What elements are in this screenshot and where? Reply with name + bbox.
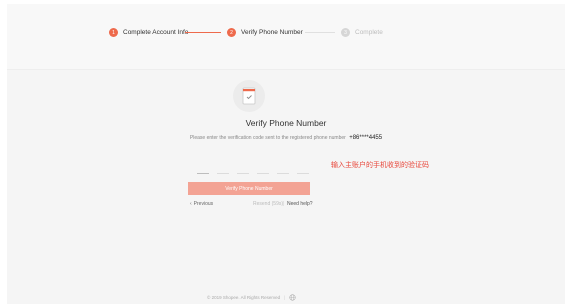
code-digit-field[interactable] [217,172,229,174]
footer-separator: | [284,295,286,300]
copyright-text: © 2019 Shopee. All Rights Reserved [207,295,281,300]
instruction-text: Please enter the verification code sent … [7,135,565,141]
step-label: Complete Account Info [123,29,189,36]
page-container: 1 Complete Account Info 2 Verify Phone N… [7,4,565,304]
step-connector-done [185,32,221,33]
step-label: Verify Phone Number [241,29,303,36]
step-number-badge: 2 [227,28,236,37]
resend-code-link[interactable]: Resend (59s) [253,201,283,207]
code-digit-field[interactable] [237,172,249,174]
instruction-message: Please enter the verification code sent … [189,135,346,141]
step-label: Complete [355,29,383,36]
code-digit-field[interactable] [257,172,269,174]
need-help-link[interactable]: Need help? [287,201,313,207]
annotation-note: 输入主账户的手机收到的验证码 [331,162,429,169]
step-complete-account-info: 1 Complete Account Info [109,28,188,37]
progress-steps: 1 Complete Account Info 2 Verify Phone N… [7,4,565,70]
masked-phone-number: +86****4455 [349,135,383,141]
step-number-badge: 1 [109,28,118,37]
code-digit-field[interactable] [297,172,309,174]
code-digit-field[interactable] [277,172,289,174]
step-verify-phone-number: 2 Verify Phone Number [227,28,303,37]
phone-check-icon [233,80,265,112]
globe-icon[interactable] [289,294,296,301]
footer: © 2019 Shopee. All Rights Reserved | [207,294,296,301]
code-digit-field[interactable] [197,172,209,174]
verify-phone-button[interactable]: Verify Phone Number [188,182,310,195]
page-title: Verify Phone Number [245,118,327,128]
step-connector-pending [305,32,335,33]
previous-link[interactable]: ‹ Previous [190,201,213,207]
previous-label: Previous [193,201,214,207]
step-complete: 3 Complete [341,28,383,37]
link-separator: | [283,201,285,207]
chevron-left-icon: ‹ [190,201,192,207]
verification-code-input[interactable] [197,172,309,174]
step-number-badge: 3 [341,28,350,37]
